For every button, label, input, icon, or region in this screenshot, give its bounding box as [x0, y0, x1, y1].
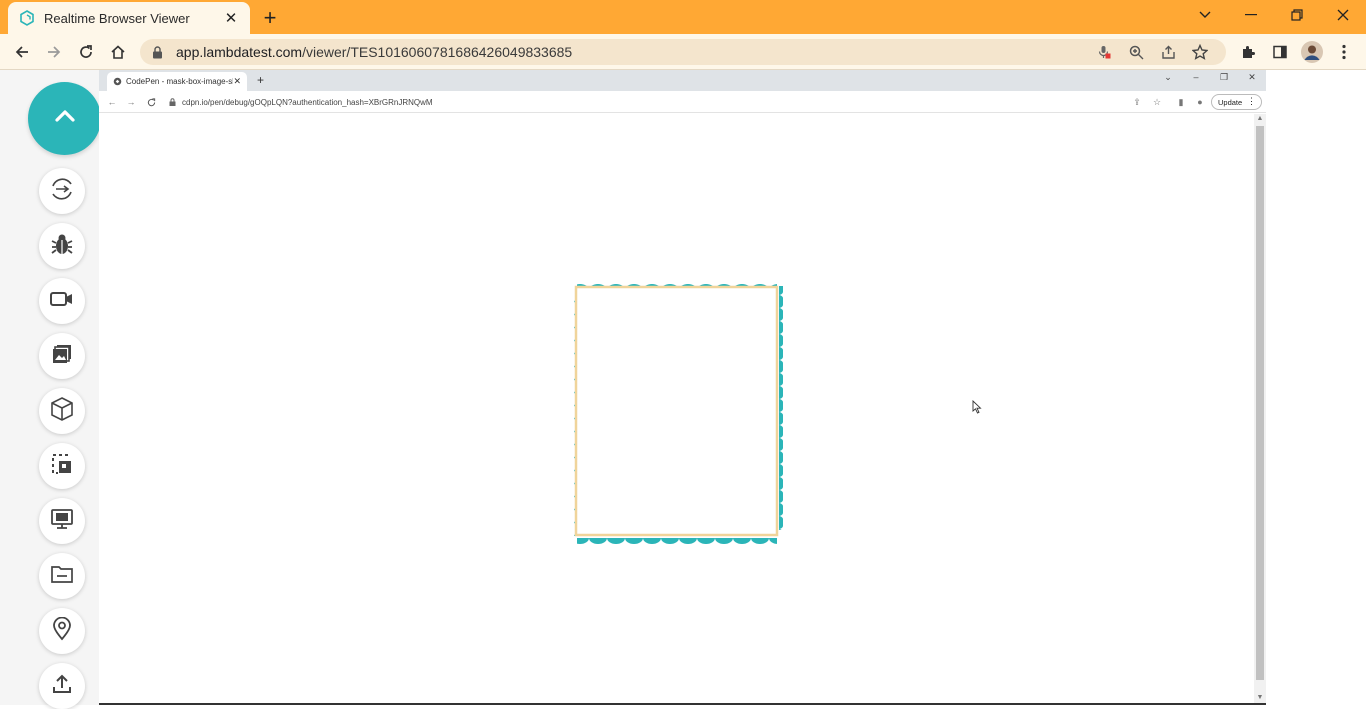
inner-close-tab-icon[interactable]: ✕ [233, 76, 241, 87]
screenshot-gallery-button[interactable] [39, 333, 85, 379]
inner-tab-search-icon[interactable]: ⌄ [1158, 72, 1178, 83]
inner-side-panel-icon[interactable]: ▮ [1174, 95, 1188, 109]
reload-icon[interactable] [72, 38, 100, 66]
new-tab-icon[interactable]: + [258, 5, 282, 30]
bug-icon [49, 231, 75, 262]
inner-bookmark-icon[interactable]: ☆ [1150, 95, 1164, 109]
screenshot-select-button[interactable] [39, 443, 85, 489]
tab-search-chevron-icon[interactable] [1182, 0, 1228, 30]
address-url: app.lambdatest.com/viewer/TES10160607816… [176, 44, 573, 60]
inner-minimize-icon[interactable]: – [1186, 72, 1206, 82]
scroll-down-icon[interactable]: ▼ [1254, 693, 1266, 703]
gallery-icon [51, 343, 73, 370]
file-manager-button[interactable] [39, 553, 85, 599]
inner-close-window-icon[interactable]: ✕ [1242, 72, 1262, 83]
back-icon[interactable] [8, 38, 36, 66]
record-video-button[interactable] [39, 278, 85, 324]
outer-toolbar: app.lambdatest.com/viewer/TES10160607816… [0, 34, 1366, 70]
inner-reload-icon[interactable] [144, 95, 158, 109]
extensions-icon[interactable] [1234, 38, 1262, 66]
bug-report-button[interactable] [39, 223, 85, 269]
inner-toolbar: ← → cdpn.io/pen/debug/gOQpLQN?authentica… [99, 91, 1266, 113]
restore-icon[interactable] [1274, 0, 1320, 30]
outer-tab-active[interactable]: Realtime Browser Viewer ✕ [8, 2, 250, 34]
device-3d-button[interactable] [39, 388, 85, 434]
mic-blocked-icon[interactable] [1088, 40, 1120, 64]
inner-lock-icon [169, 93, 176, 111]
home-icon[interactable] [104, 38, 132, 66]
inner-back-icon[interactable]: ← [105, 95, 119, 109]
inner-tab-active[interactable]: CodePen - mask-box-image-slice ✕ [107, 72, 247, 91]
video-camera-icon [50, 291, 74, 312]
close-tab-icon[interactable]: ✕ [222, 9, 240, 27]
upload-icon [51, 673, 73, 700]
outer-tab-title: Realtime Browser Viewer [44, 10, 190, 26]
codepen-favicon-icon [113, 73, 122, 91]
profile-avatar[interactable] [1298, 38, 1326, 66]
switch-browser-button[interactable] [39, 168, 85, 214]
scroll-up-icon[interactable]: ▲ [1254, 114, 1266, 124]
more-menu-icon[interactable] [1330, 38, 1358, 66]
inner-tab-title: CodePen - mask-box-image-slice [126, 77, 234, 86]
zoom-icon[interactable] [1120, 40, 1152, 64]
update-button[interactable]: Update ⋮ [1211, 94, 1262, 110]
chevron-up-icon [54, 109, 76, 128]
lock-icon[interactable] [150, 45, 164, 59]
monitor-icon [50, 508, 74, 535]
inner-address-url: cdpn.io/pen/debug/gOQpLQN?authentication… [182, 97, 433, 107]
tools-sidebar [0, 70, 101, 709]
cube-icon [49, 396, 75, 427]
resolution-button[interactable] [39, 498, 85, 544]
outer-tab-bar: Realtime Browser Viewer ✕ + [0, 0, 1366, 34]
inner-restore-icon[interactable]: ❐ [1214, 72, 1234, 83]
inner-address-bar[interactable]: cdpn.io/pen/debug/gOQpLQN?authentication… [169, 94, 1204, 110]
switch-icon [48, 175, 76, 208]
close-window-icon[interactable] [1320, 0, 1366, 30]
inner-forward-icon[interactable]: → [124, 95, 138, 109]
share-icon[interactable] [1152, 40, 1184, 64]
location-pin-icon [52, 616, 72, 646]
folder-icon [50, 564, 74, 589]
vertical-scrollbar[interactable]: ▲ ▼ [1254, 114, 1266, 703]
forward-icon[interactable] [40, 38, 68, 66]
mouse-cursor-icon [972, 400, 982, 414]
side-panel-icon[interactable] [1266, 38, 1294, 66]
mask-box-image-slice-demo [571, 282, 783, 544]
inner-new-tab-icon[interactable]: + [257, 73, 264, 87]
scrollbar-thumb[interactable] [1256, 126, 1264, 680]
page-viewport[interactable] [99, 114, 1254, 703]
lambdatest-favicon-icon [18, 9, 36, 27]
bookmark-star-icon[interactable] [1184, 40, 1216, 64]
inner-profile-icon[interactable]: ● [1193, 95, 1207, 109]
select-crop-icon [51, 453, 73, 480]
upload-button[interactable] [39, 663, 85, 709]
geolocation-button[interactable] [39, 608, 85, 654]
remote-browser-viewer[interactable]: CodePen - mask-box-image-slice ✕ + ⌄ – ❐… [99, 70, 1266, 705]
inner-share-icon[interactable]: ⇪ [1130, 95, 1144, 109]
collapse-toolbar-button[interactable] [28, 82, 101, 155]
address-bar[interactable]: app.lambdatest.com/viewer/TES10160607816… [140, 39, 1226, 65]
update-menu-icon: ⋮ [1247, 96, 1256, 106]
minimize-icon[interactable] [1228, 0, 1274, 30]
inner-tab-bar: CodePen - mask-box-image-slice ✕ + ⌄ – ❐… [99, 70, 1266, 91]
